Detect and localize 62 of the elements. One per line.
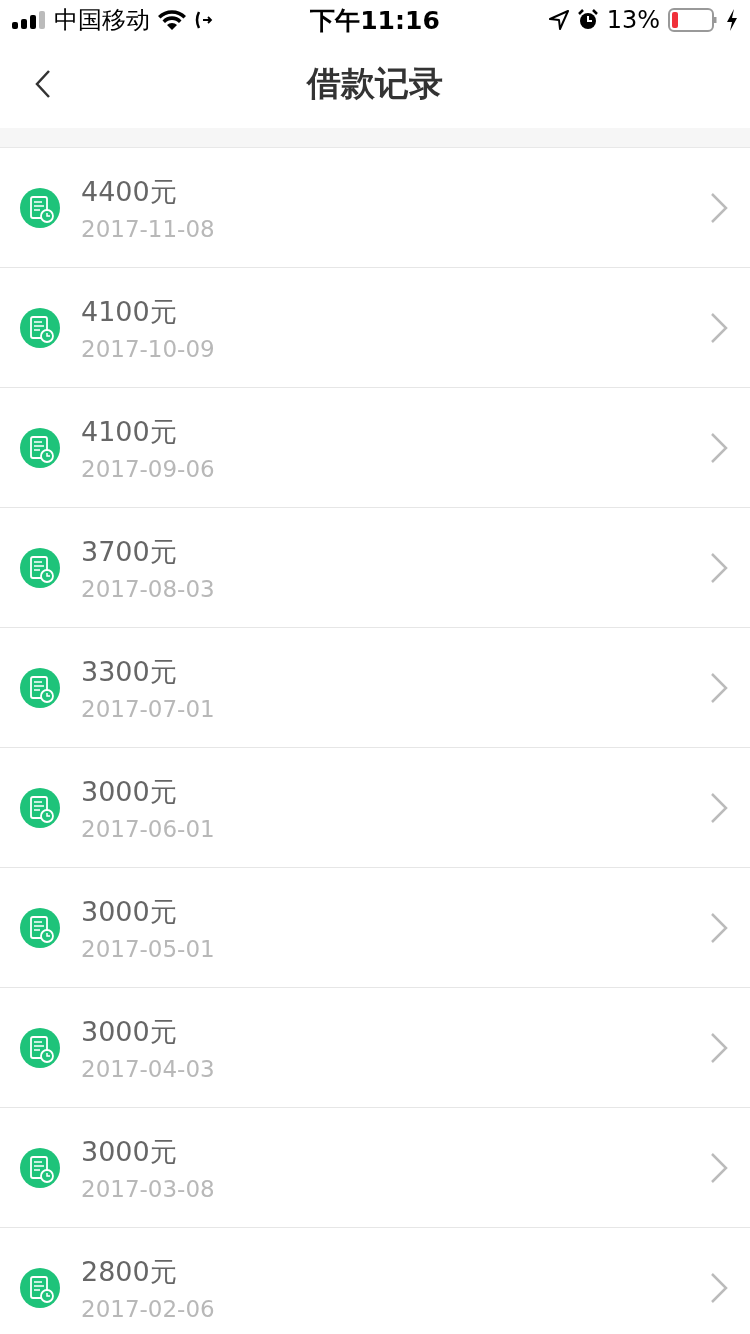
page-title: 借款记录 [307,62,443,105]
bill-clock-icon [20,1267,60,1308]
chevron-right-icon [710,431,728,464]
record-row[interactable]: 3300元 2017-07-01 [0,628,750,748]
chevron-right-icon [710,1031,728,1064]
bill-clock-icon [20,427,60,468]
bill-clock-icon [20,1027,60,1068]
loan-amount: 3700元 [81,534,178,569]
battery-percent: 13% [606,6,660,34]
clock-time: 下午11:16 [310,4,440,37]
bill-clock-icon [20,1147,60,1188]
record-row[interactable]: 2800元 2017-02-06 [0,1228,750,1334]
charging-bolt-icon [726,9,738,31]
loan-date: 2017-07-01 [81,695,216,722]
loan-date: 2017-05-01 [81,935,216,962]
chevron-right-icon [710,791,728,824]
location-arrow-icon [548,10,569,30]
loan-date: 2017-02-06 [81,1295,216,1322]
record-row[interactable]: 3000元 2017-05-01 [0,868,750,988]
loan-amount: 3000元 [81,894,178,929]
wifi-icon [158,10,186,30]
loan-date: 2017-04-03 [81,1055,216,1082]
bill-clock-icon [20,187,60,228]
battery-icon [668,8,718,32]
loan-amount: 3000元 [81,774,178,809]
loan-amount: 4100元 [81,294,178,329]
chevron-right-icon [710,1271,728,1304]
loan-amount: 3000元 [81,1134,178,1169]
loan-amount: 2800元 [81,1254,178,1289]
bill-clock-icon [20,547,60,588]
chevron-right-icon [710,551,728,584]
loan-amount: 3000元 [81,1014,178,1049]
signal-icon [12,11,46,29]
record-row[interactable]: 4100元 2017-10-09 [0,268,750,388]
loan-date: 2017-09-06 [81,455,216,482]
loan-amount: 4400元 [81,174,178,209]
bill-clock-icon [20,907,60,948]
chevron-right-icon [710,911,728,944]
bill-clock-icon [20,787,60,828]
loan-date: 2017-06-01 [81,815,216,842]
record-row[interactable]: 3700元 2017-08-03 [0,508,750,628]
loan-date: 2017-08-03 [81,575,216,602]
loan-amount: 3300元 [81,654,178,689]
bill-clock-icon [20,667,60,708]
back-button[interactable] [34,69,52,99]
call-forward-icon [194,10,214,30]
chevron-right-icon [710,191,728,224]
loan-date: 2017-10-09 [81,335,216,362]
chevron-right-icon [710,311,728,344]
alarm-clock-icon [576,9,599,31]
record-row[interactable]: 3000元 2017-06-01 [0,748,750,868]
loan-amount: 4100元 [81,414,178,449]
loan-date: 2017-11-08 [81,215,216,242]
bill-clock-icon [20,307,60,348]
record-row[interactable]: 4100元 2017-09-06 [0,388,750,508]
carrier-name: 中国移动 [54,5,150,36]
chevron-right-icon [710,1151,728,1184]
loan-date: 2017-03-08 [81,1175,216,1202]
record-row[interactable]: 3000元 2017-04-03 [0,988,750,1108]
chevron-right-icon [710,671,728,704]
record-row[interactable]: 4400元 2017-11-08 [0,148,750,268]
record-row[interactable]: 3000元 2017-03-08 [0,1108,750,1228]
